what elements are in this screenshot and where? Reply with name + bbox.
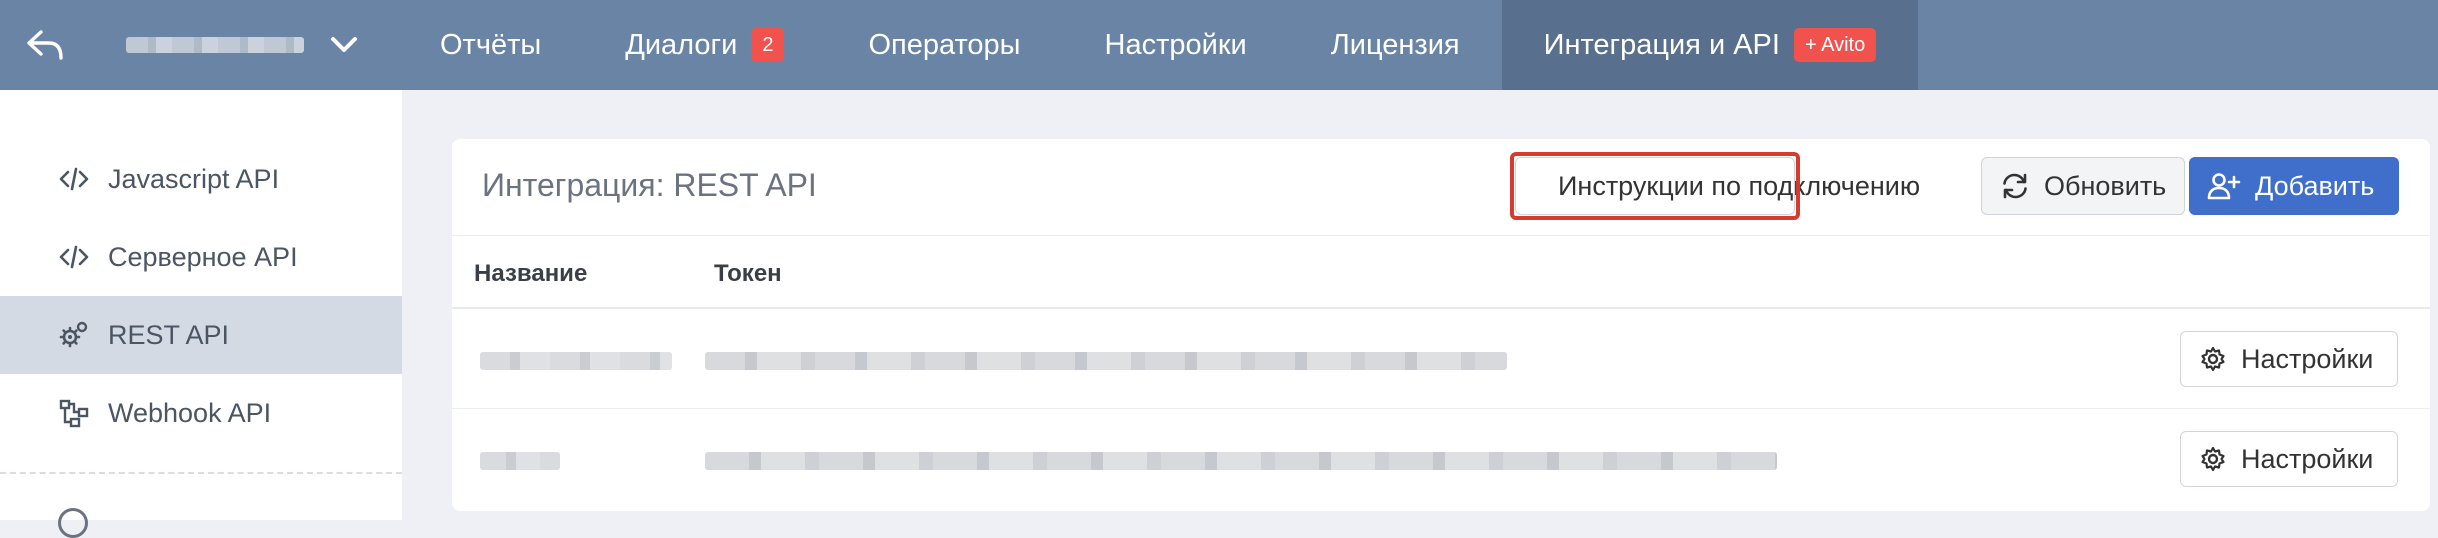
instructions-label: Инструкции по подключению (1558, 170, 1921, 201)
help-icon[interactable] (58, 508, 88, 538)
table-row: Настройки (452, 409, 2430, 509)
sidebar: Javascript API Серверное API REST API We… (0, 90, 402, 538)
row-settings-button[interactable]: Настройки (2180, 331, 2398, 387)
sidebar-item-rest-api[interactable]: REST API (0, 296, 402, 374)
nav-integration-label: Интеграция и API (1543, 28, 1780, 61)
add-label: Добавить (2255, 170, 2375, 201)
column-header-name: Название (474, 260, 588, 287)
nav-reports[interactable]: Отчёты (398, 0, 583, 90)
sidebar-divider (0, 472, 402, 474)
nav-dialogs-label: Диалоги (625, 28, 738, 61)
row-settings-label: Настройки (2241, 443, 2374, 474)
nav-license-label: Лицензия (1330, 28, 1460, 61)
sidebar-item-label: Javascript API (108, 163, 280, 194)
row-token-redacted (705, 452, 1777, 470)
gear-icon (2201, 346, 2225, 372)
code-icon (58, 241, 90, 273)
nav-operators-label: Операторы (868, 28, 1021, 61)
sidebar-item-javascript-api[interactable]: Javascript API (0, 140, 402, 218)
instructions-button[interactable]: Инструкции по подключению (1510, 152, 1920, 220)
add-user-icon (2207, 173, 2241, 200)
row-token-redacted (705, 352, 1507, 370)
table-header: Название Токен (452, 235, 2430, 309)
gears-icon (58, 319, 90, 351)
column-header-token: Токен (714, 260, 782, 287)
row-name-redacted (480, 352, 672, 370)
table-row: Настройки (452, 309, 2430, 409)
nav-settings[interactable]: Настройки (1063, 0, 1289, 90)
nav-dialogs[interactable]: Диалоги 2 (583, 0, 826, 90)
reply-arrow-icon (27, 30, 63, 60)
top-navigation: Отчёты Диалоги 2 Операторы Настройки Лиц… (0, 0, 2438, 90)
nav-integration-api[interactable]: Интеграция и API + Avito (1501, 0, 1919, 90)
nav-license[interactable]: Лицензия (1289, 0, 1502, 90)
nav-operators[interactable]: Операторы (826, 0, 1062, 90)
row-name-redacted (480, 452, 560, 470)
chevron-down-icon (331, 37, 357, 52)
row-settings-label: Настройки (2241, 343, 2374, 374)
add-button[interactable]: Добавить (2189, 157, 2399, 215)
nav-settings-label: Настройки (1104, 28, 1247, 61)
account-switcher[interactable] (90, 0, 398, 90)
avito-badge: + Avito (1793, 28, 1877, 62)
page-title: Интеграция: REST API (482, 167, 817, 203)
nav-reports-label: Отчёты (440, 28, 542, 61)
back-button[interactable] (0, 0, 90, 90)
gear-icon (2201, 446, 2225, 472)
refresh-label: Обновить (2044, 170, 2167, 201)
account-name-redacted (126, 37, 304, 53)
webhook-icon (58, 397, 90, 429)
refresh-button[interactable]: Обновить (1981, 157, 2185, 215)
sidebar-item-label: Серверное API (108, 241, 298, 272)
sidebar-item-label: REST API (108, 319, 230, 350)
row-settings-button[interactable]: Настройки (2180, 431, 2398, 487)
sidebar-item-webhook-api[interactable]: Webhook API (0, 374, 402, 452)
code-icon (58, 163, 90, 195)
integration-card: Интеграция: REST API Инструкции по подкл… (452, 139, 2430, 511)
sidebar-item-server-api[interactable]: Серверное API (0, 218, 402, 296)
refresh-icon (2003, 173, 2027, 199)
dialogs-count-badge: 2 (751, 28, 785, 62)
sidebar-item-label: Webhook API (108, 397, 272, 428)
